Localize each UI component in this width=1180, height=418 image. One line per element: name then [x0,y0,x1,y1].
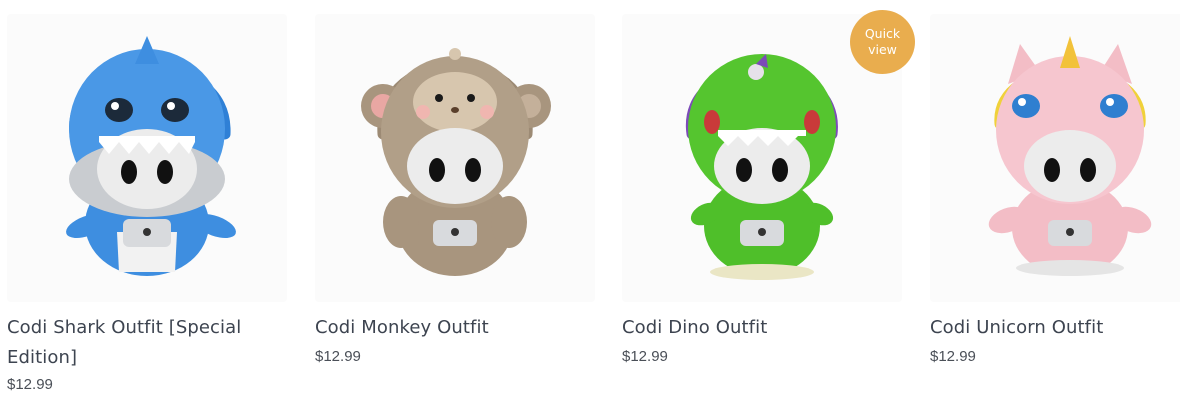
product-title[interactable]: Codi Monkey Outfit [315,313,585,343]
product-price: $12.99 [930,348,976,365]
product-image-shark[interactable] [7,14,287,302]
quick-view-label-line1: Quick [864,26,901,41]
shark-plush-image [66,36,236,276]
quick-view-button[interactable]: Quick view [850,10,915,74]
product-price: $12.99 [622,348,668,365]
quick-view-label-line2: view [868,42,897,57]
product-grid: Codi Shark Outfit [Special Edition] $12.… [0,0,1180,418]
product-title[interactable]: Codi Unicorn Outfit [930,313,1180,343]
product-price: $12.99 [315,348,361,365]
unicorn-plush-image [988,36,1152,276]
product-title[interactable]: Codi Dino Outfit [622,313,892,343]
monkey-plush-image [361,48,551,276]
product-title[interactable]: Codi Shark Outfit [Special Edition] [7,313,277,373]
product-price: $12.99 [7,376,53,393]
product-image-unicorn[interactable] [930,14,1180,302]
product-image-monkey[interactable] [315,14,595,302]
